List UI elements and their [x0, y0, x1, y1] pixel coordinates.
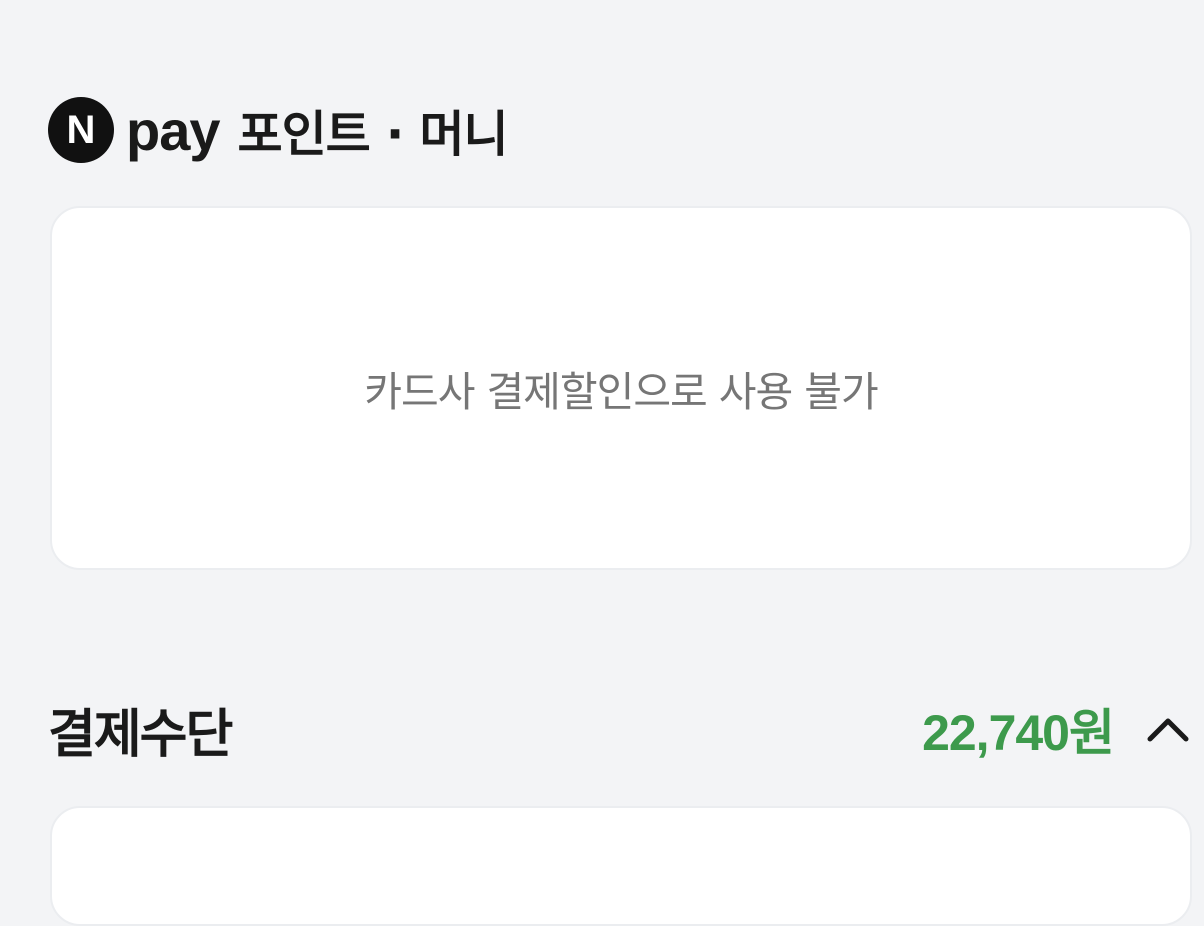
npay-points-header: N pay 포인트 · 머니	[48, 92, 509, 168]
chevron-up-icon[interactable]	[1142, 703, 1194, 755]
points-unavailable-message: 카드사 결제할인으로 사용 불가	[364, 368, 878, 416]
payment-method-toggle[interactable]: 22,740원	[922, 693, 1194, 765]
points-card: 카드사 결제할인으로 사용 불가	[50, 206, 1192, 570]
npay-logo-word: pay	[126, 98, 220, 162]
npay-logo-letter: N	[66, 107, 96, 152]
payment-amount: 22,740원	[922, 705, 1115, 761]
npay-logo-icon: N	[48, 97, 114, 163]
payment-method-title: 결제수단	[48, 704, 233, 765]
points-section-title: 포인트 · 머니	[237, 105, 509, 163]
payment-method-card	[50, 806, 1192, 926]
payment-method-header: 결제수단 22,740원	[48, 692, 1194, 766]
